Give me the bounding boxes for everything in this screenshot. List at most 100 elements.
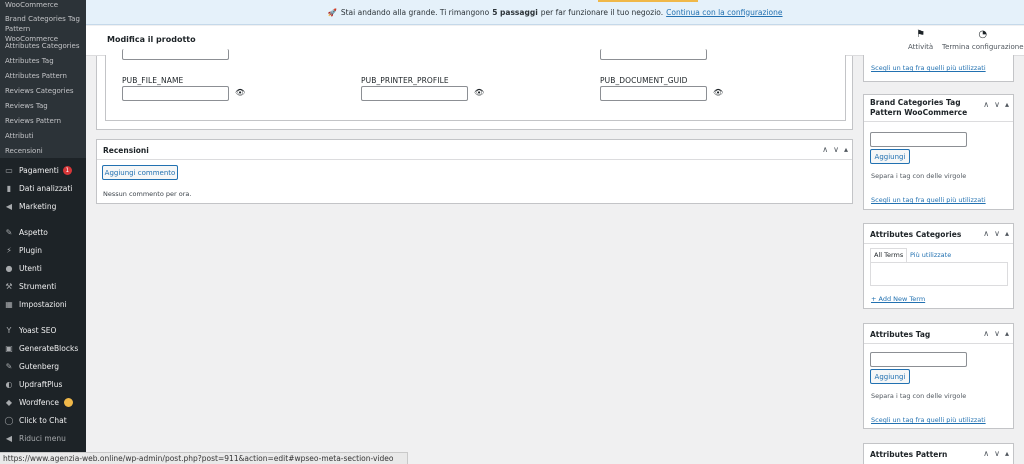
attr-tag-input[interactable] <box>870 352 967 367</box>
menu-label: Utenti <box>19 263 42 273</box>
submenu-item-brand-categories[interactable]: Brand Categories Tag Pattern WooCommerce <box>0 12 86 43</box>
move-down-icon[interactable]: ∨ <box>994 449 1000 458</box>
menu-label: Marketing <box>19 201 57 211</box>
submenu-item-woocommerce[interactable]: WooCommerce <box>0 0 86 12</box>
toggle-panel-icon[interactable]: ▴ <box>1005 329 1009 338</box>
terms-list <box>870 262 1008 286</box>
tab-all-terms[interactable]: All Terms <box>870 248 908 262</box>
move-up-icon[interactable]: ∧ <box>983 329 989 338</box>
menu-label: Wordfence <box>19 397 60 407</box>
menu-item-generateblocks[interactable]: ▣ GenerateBlocks <box>0 339 86 357</box>
menu-label: Gutenberg <box>19 361 59 371</box>
right-sidebar: Scegli un tag fra quelli più utilizzati … <box>863 55 1014 464</box>
box-controls: ∧ ∨ ▴ <box>983 449 1009 458</box>
pub-document-guid-input[interactable] <box>600 86 707 101</box>
activity-button[interactable]: ⚑ Attività <box>908 29 933 51</box>
attr-cat-header: Attributes Categories ∧ ∨ ▴ <box>864 224 1013 244</box>
attr-tag-add-button[interactable]: Aggiungi <box>870 369 910 384</box>
tab-most-used[interactable]: Più utilizzate <box>910 249 951 261</box>
menu-item-marketing[interactable]: ◀ Marketing <box>0 197 86 215</box>
paintbrush-icon: ✎ <box>5 227 13 237</box>
menu-label: UpdraftPlus <box>19 379 63 389</box>
submenu-item-recensioni[interactable]: Recensioni <box>0 141 86 158</box>
brand-box-title: Brand Categories Tag Pattern WooCommerce <box>870 98 968 117</box>
menu-item-updraftplus[interactable]: ◐ UpdraftPlus <box>0 375 86 393</box>
move-down-icon[interactable]: ∨ <box>994 229 1000 238</box>
eye-icon[interactable]: 👁 <box>235 88 245 97</box>
menu-label: Strumenti <box>19 281 57 291</box>
browser-status-url: https://www.agenzia-web.online/wp-admin/… <box>0 452 408 464</box>
eye-icon[interactable]: 👁 <box>713 88 723 97</box>
menu-label: Click to Chat <box>19 415 67 425</box>
move-up-icon[interactable]: ∧ <box>822 145 828 154</box>
menu-item-gutenberg[interactable]: ✎ Gutenberg <box>0 357 86 375</box>
menu-item-dati-analizzati[interactable]: ▮ Dati analizzati <box>0 179 86 197</box>
box-controls: ∧ ∨ ▴ <box>983 329 1009 338</box>
submenu-item-reviews-pattern[interactable]: Reviews Pattern <box>0 111 86 126</box>
warning-dot <box>64 397 74 407</box>
menu-item-aspetto[interactable]: ✎ Aspetto <box>0 223 86 241</box>
submenu-item-attributes-tag[interactable]: Attributes Tag <box>0 51 86 66</box>
menu-item-click-to-chat[interactable]: ◯ Click to Chat <box>0 411 86 429</box>
menu-label: Dati analizzati <box>19 183 73 193</box>
submenu-item-attributes-pattern[interactable]: Attributes Pattern <box>0 66 86 81</box>
notice-steps: 5 passaggi <box>492 7 538 17</box>
attr-pattern-title: Attributes Pattern <box>870 450 948 459</box>
notice-prefix: Stai andando alla grande. Ti rimangono <box>340 7 490 17</box>
box-controls: ∧ ∨ ▴ <box>983 229 1009 238</box>
menu-item-riduci-menu[interactable]: ◀ Riduci menu <box>0 429 86 447</box>
continue-setup-link[interactable]: Continua con la configurazione <box>666 8 782 17</box>
collapse-icon: ◀ <box>5 433 13 443</box>
add-new-term-link[interactable]: + Add New Term <box>871 295 925 303</box>
move-down-icon[interactable]: ∨ <box>833 145 839 154</box>
finish-setup-button[interactable]: ◔ Termina configurazione <box>942 29 1024 51</box>
attr-tag-header: Attributes Tag ∧ ∨ ▴ <box>864 324 1013 344</box>
reviews-box: Recensioni ∧ ∨ ▴ Aggiungi commento Nessu… <box>96 139 853 204</box>
box-controls: ∧ ∨ ▴ <box>822 145 848 154</box>
menu-item-pagamenti[interactable]: ▭ Pagamenti 1 <box>0 161 86 179</box>
reviews-title: Recensioni <box>103 146 149 155</box>
custom-fields-box: PUB_FILE_NAME 👁 PUB_PRINTER_PROFILE 👁 PU… <box>96 49 853 130</box>
move-down-icon[interactable]: ∨ <box>994 100 1000 109</box>
menu-item-impostazioni[interactable]: ▦ Impostazioni <box>0 295 86 313</box>
tags-box-partial: Scegli un tag fra quelli più utilizzati <box>863 55 1014 82</box>
page-scrollbar[interactable] <box>1015 56 1024 464</box>
submenu-item-reviews-tag[interactable]: Reviews Tag <box>0 96 86 111</box>
pub-file-name-input[interactable] <box>122 86 229 101</box>
settings-icon: ▦ <box>5 299 13 309</box>
move-up-icon[interactable]: ∧ <box>983 449 989 458</box>
choose-popular-tags-link[interactable]: Scegli un tag fra quelli più utilizzati <box>871 64 986 72</box>
attr-tag-choose-popular-link[interactable]: Scegli un tag fra quelli più utilizzati <box>871 416 986 424</box>
menu-item-plugin[interactable]: ⚡ Plugin <box>0 241 86 259</box>
toggle-panel-icon[interactable]: ▴ <box>1005 229 1009 238</box>
eye-icon[interactable]: 👁 <box>474 88 484 97</box>
attributes-categories-box: Attributes Categories ∧ ∨ ▴ All Terms Pi… <box>863 223 1014 309</box>
admin-sidebar: WooCommerce Brand Categories Tag Pattern… <box>0 0 86 464</box>
move-up-icon[interactable]: ∧ <box>983 100 989 109</box>
brand-choose-popular-link[interactable]: Scegli un tag fra quelli più utilizzati <box>871 196 986 204</box>
user-icon: ● <box>5 263 13 273</box>
menu-item-strumenti[interactable]: ⚒ Strumenti <box>0 277 86 295</box>
pub-printer-profile-input[interactable] <box>361 86 468 101</box>
add-comment-button[interactable]: Aggiungi commento <box>102 165 178 180</box>
move-down-icon[interactable]: ∨ <box>994 329 1000 338</box>
toggle-panel-icon[interactable]: ▴ <box>1005 100 1009 109</box>
progress-accent <box>598 0 698 2</box>
toggle-panel-icon[interactable]: ▴ <box>1005 449 1009 458</box>
field-input-partial[interactable] <box>122 49 229 60</box>
attr-tag-title: Attributes Tag <box>870 330 931 339</box>
brand-add-button[interactable]: Aggiungi <box>870 149 910 164</box>
menu-item-wordfence[interactable]: ◆ Wordfence <box>0 393 86 411</box>
submenu-item-attributi[interactable]: Attributi <box>0 126 86 141</box>
shield-icon: ◆ <box>5 397 13 407</box>
move-up-icon[interactable]: ∧ <box>983 229 989 238</box>
menu-item-yoast-seo[interactable]: Y Yoast SEO <box>0 321 86 339</box>
toggle-panel-icon[interactable]: ▴ <box>844 145 848 154</box>
menu-item-utenti[interactable]: ● Utenti <box>0 259 86 277</box>
menu-label: Pagamenti <box>19 165 59 175</box>
submenu-item-reviews-categories[interactable]: Reviews Categories <box>0 81 86 96</box>
progress-circle-icon: ◔ <box>978 29 988 40</box>
brand-tag-input[interactable] <box>870 132 967 147</box>
brand-box-header: Brand Categories Tag Pattern WooCommerce… <box>864 95 1013 122</box>
field-input-partial[interactable] <box>600 49 707 60</box>
